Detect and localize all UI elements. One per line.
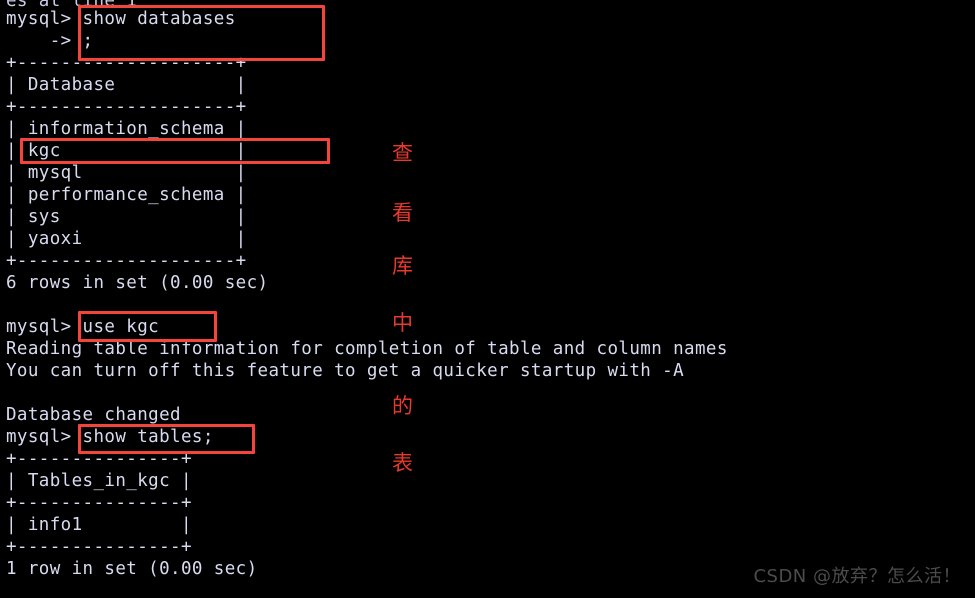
anno-biao: 表 [392,451,413,475]
box-show-tables [78,424,255,454]
terminal-output[interactable]: es at line 1 mysql> show databases -> ; +-… [0,0,975,598]
terminal-line: | Database | [6,75,247,95]
terminal-line: +--------------------+ [6,97,247,117]
terminal-line: | info1 | [6,515,192,535]
anno-kan: 看 [392,201,413,225]
terminal-line: +--------------------+ [6,251,247,271]
terminal-screenshot: es at line 1 mysql> show databases -> ; +-… [0,0,975,598]
anno-cha: 查 [392,141,413,165]
terminal-line: | sys | [6,207,247,227]
box-use-kgc [78,311,217,342]
anno-de: 的 [392,394,413,418]
box-kgc-row [20,138,330,164]
terminal-line: +---------------+ [6,493,192,513]
terminal-line: 1 row in set (0.00 sec) [6,559,258,579]
terminal-line: | yaoxi | [6,229,247,249]
terminal-line: Database changed [6,405,181,425]
terminal-line: | Tables_in_kgc | [6,471,192,491]
terminal-line: 6 rows in set (0.00 sec) [6,273,269,293]
box-show-databases [78,5,325,61]
csdn-watermark: CSDN @放弃？怎么活！ [753,566,961,587]
terminal-line: You can turn off this feature to get a q… [6,361,685,381]
terminal-line: +---------------+ [6,537,192,557]
anno-zhong: 中 [392,311,413,335]
terminal-line: | information_schema | [6,119,247,139]
terminal-line: | mysql | [6,163,247,183]
terminal-line: | performance_schema | [6,185,247,205]
anno-ku: 库 [392,254,413,278]
